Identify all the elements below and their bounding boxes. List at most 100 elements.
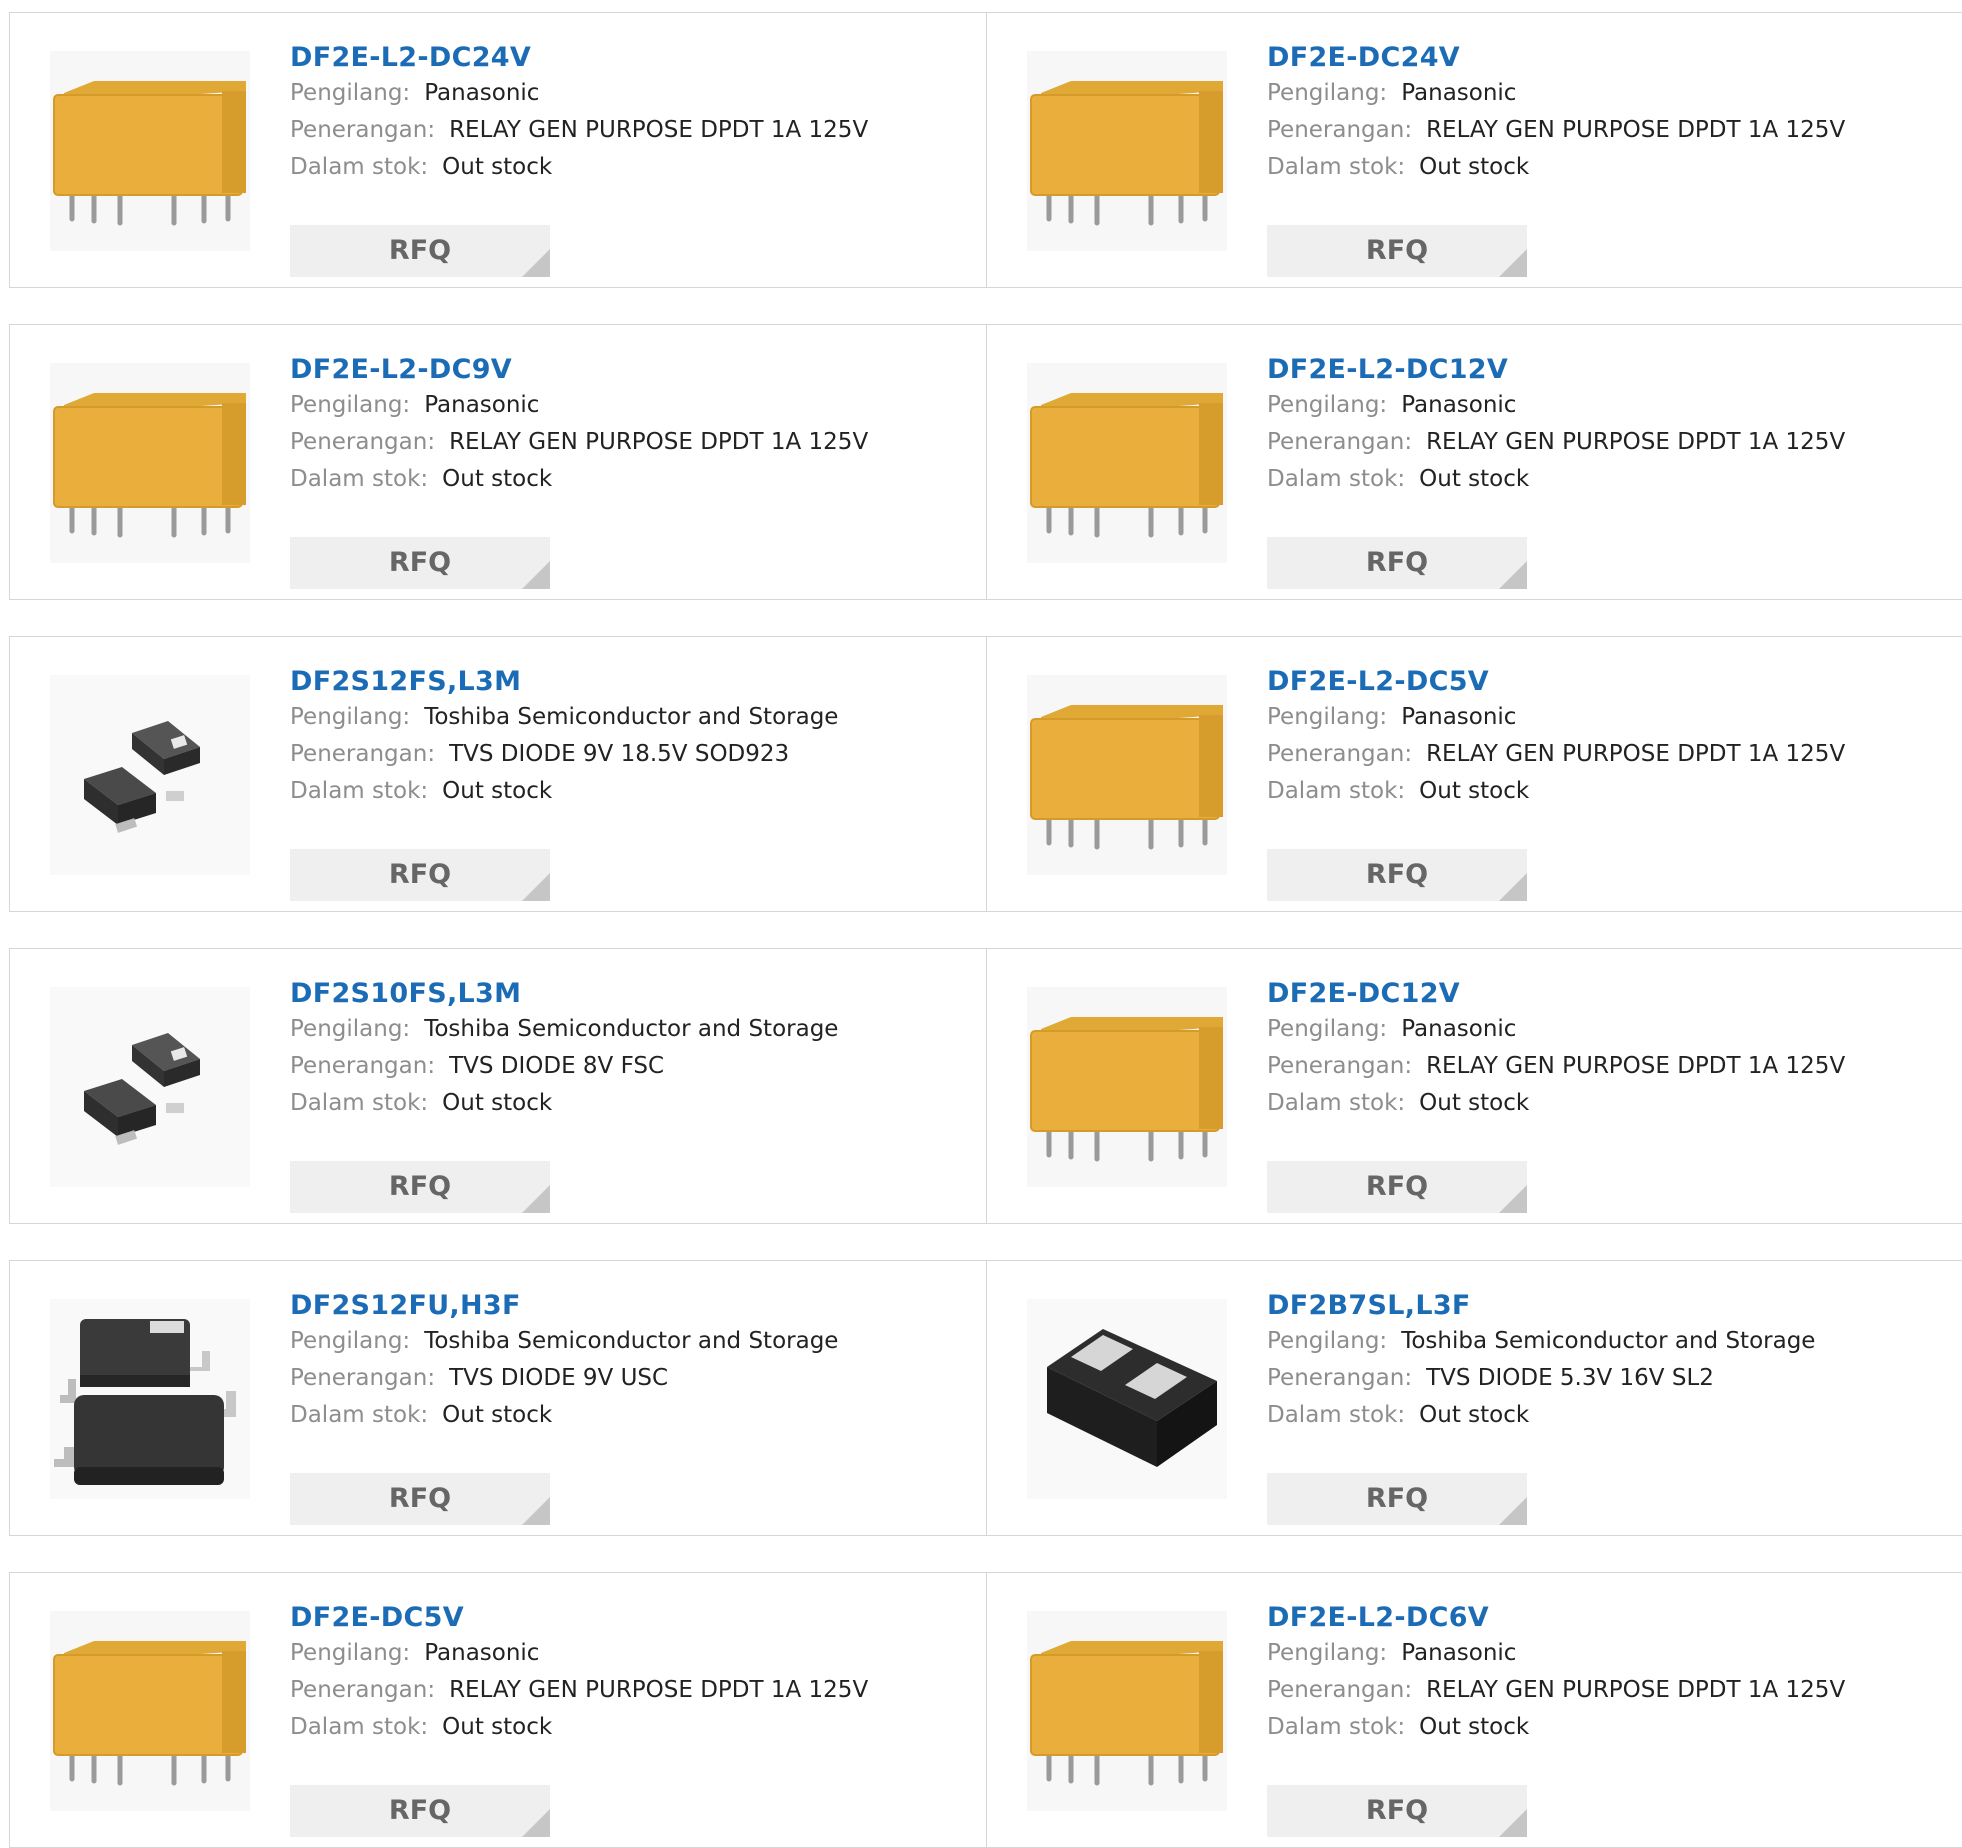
product-image[interactable] (1027, 1299, 1227, 1499)
rfq-label: RFQ (388, 1171, 452, 1202)
description-row: Penerangan: RELAY GEN PURPOSE DPDT 1A 125… (290, 112, 977, 149)
manufacturer-label: Pengilang: (1267, 704, 1388, 730)
product-image[interactable] (50, 675, 250, 875)
part-number-link[interactable]: DF2E-L2-DC24V (290, 41, 977, 75)
relay-icon (1027, 1611, 1227, 1811)
rfq-label: RFQ (388, 1483, 452, 1514)
rfq-button[interactable]: RFQ (290, 1161, 550, 1213)
description-value: TVS DIODE 8V FSC (449, 1053, 665, 1079)
description-value: RELAY GEN PURPOSE DPDT 1A 125V (1426, 1053, 1846, 1079)
product-image[interactable] (1027, 51, 1227, 251)
sod-diode-icon (50, 987, 250, 1187)
part-number-link[interactable]: DF2S10FS,L3M (290, 977, 977, 1011)
rfq-button[interactable]: RFQ (1267, 1161, 1527, 1213)
description-label: Penerangan: (290, 1677, 436, 1703)
part-number-link[interactable]: DF2E-L2-DC12V (1267, 353, 1962, 387)
manufacturer-label: Pengilang: (290, 80, 411, 106)
description-value: RELAY GEN PURPOSE DPDT 1A 125V (1426, 1677, 1846, 1703)
manufacturer-value: Panasonic (1401, 392, 1517, 418)
product-image[interactable] (1027, 987, 1227, 1187)
stock-value: Out stock (1419, 1090, 1530, 1116)
part-number-link[interactable]: DF2S12FU,H3F (290, 1289, 977, 1323)
product-info: DF2E-L2-DC6V Pengilang: Panasonic Peneran… (1267, 1601, 1962, 1837)
corner-triangle-icon (522, 561, 550, 589)
corner-triangle-icon (522, 1497, 550, 1525)
rfq-button[interactable]: RFQ (290, 849, 550, 901)
manufacturer-value: Panasonic (424, 80, 540, 106)
product-image[interactable] (50, 987, 250, 1187)
manufacturer-label: Pengilang: (1267, 392, 1388, 418)
stock-value: Out stock (1419, 1714, 1530, 1740)
product-image[interactable] (50, 51, 250, 251)
part-number-link[interactable]: DF2S12FS,L3M (290, 665, 977, 699)
part-number-link[interactable]: DF2E-DC12V (1267, 977, 1962, 1011)
description-row: Penerangan: RELAY GEN PURPOSE DPDT 1A 125… (1267, 1048, 1962, 1085)
rfq-label: RFQ (388, 235, 452, 266)
manufacturer-label: Pengilang: (1267, 1640, 1388, 1666)
rfq-button[interactable]: RFQ (290, 537, 550, 589)
description-label: Penerangan: (290, 1053, 436, 1079)
stock-label: Dalam stok: (290, 1090, 429, 1116)
part-number-link[interactable]: DF2E-L2-DC5V (1267, 665, 1962, 699)
product-card: DF2E-DC24V Pengilang: Panasonic Peneranga… (986, 12, 1962, 288)
stock-row: Dalam stok: Out stock (1267, 1709, 1962, 1746)
corner-triangle-icon (522, 1809, 550, 1837)
stock-row: Dalam stok: Out stock (290, 149, 977, 186)
manufacturer-value: Toshiba Semiconductor and Storage (1401, 1328, 1816, 1354)
rfq-label: RFQ (1365, 859, 1429, 890)
product-image[interactable] (1027, 1611, 1227, 1811)
product-image[interactable] (1027, 363, 1227, 563)
manufacturer-label: Pengilang: (290, 1640, 411, 1666)
description-value: TVS DIODE 9V USC (449, 1365, 669, 1391)
rfq-button[interactable]: RFQ (1267, 225, 1527, 277)
description-value: TVS DIODE 5.3V 16V SL2 (1426, 1365, 1714, 1391)
product-image[interactable] (50, 363, 250, 563)
manufacturer-row: Pengilang: Panasonic (1267, 75, 1962, 112)
stock-label: Dalam stok: (1267, 154, 1406, 180)
part-number-link[interactable]: DF2B7SL,L3F (1267, 1289, 1962, 1323)
manufacturer-row: Pengilang: Panasonic (1267, 699, 1962, 736)
manufacturer-label: Pengilang: (1267, 1328, 1388, 1354)
rfq-button[interactable]: RFQ (290, 225, 550, 277)
product-image[interactable] (50, 1611, 250, 1811)
manufacturer-value: Panasonic (1401, 704, 1517, 730)
rfq-button[interactable]: RFQ (290, 1785, 550, 1837)
description-label: Penerangan: (290, 117, 436, 143)
rfq-button[interactable]: RFQ (290, 1473, 550, 1525)
rfq-button[interactable]: RFQ (1267, 1473, 1527, 1525)
rfq-button[interactable]: RFQ (1267, 849, 1527, 901)
product-image[interactable] (1027, 675, 1227, 875)
description-row: Penerangan: TVS DIODE 9V 18.5V SOD923 (290, 736, 977, 773)
description-label: Penerangan: (290, 1365, 436, 1391)
description-label: Penerangan: (290, 429, 436, 455)
description-row: Penerangan: RELAY GEN PURPOSE DPDT 1A 125… (1267, 736, 1962, 773)
rfq-label: RFQ (1365, 1795, 1429, 1826)
stock-value: Out stock (1419, 154, 1530, 180)
corner-triangle-icon (522, 1185, 550, 1213)
product-image[interactable] (50, 1299, 250, 1499)
stock-value: Out stock (1419, 1402, 1530, 1428)
product-info: DF2S12FU,H3F Pengilang: Toshiba Semicondu… (290, 1289, 977, 1525)
product-card: DF2S12FS,L3M Pengilang: Toshiba Semicondu… (9, 636, 988, 912)
description-label: Penerangan: (1267, 429, 1413, 455)
description-value: RELAY GEN PURPOSE DPDT 1A 125V (449, 429, 869, 455)
manufacturer-value: Panasonic (424, 1640, 540, 1666)
product-info: DF2E-DC24V Pengilang: Panasonic Peneranga… (1267, 41, 1962, 277)
rfq-button[interactable]: RFQ (1267, 537, 1527, 589)
product-info: DF2E-DC12V Pengilang: Panasonic Peneranga… (1267, 977, 1962, 1213)
manufacturer-row: Pengilang: Panasonic (290, 1635, 977, 1672)
product-info: DF2E-L2-DC24V Pengilang: Panasonic Penera… (290, 41, 977, 277)
stock-row: Dalam stok: Out stock (290, 1709, 977, 1746)
manufacturer-label: Pengilang: (1267, 80, 1388, 106)
part-number-link[interactable]: DF2E-DC5V (290, 1601, 977, 1635)
stock-label: Dalam stok: (290, 778, 429, 804)
part-number-link[interactable]: DF2E-L2-DC6V (1267, 1601, 1962, 1635)
description-row: Penerangan: TVS DIODE 5.3V 16V SL2 (1267, 1360, 1962, 1397)
part-number-link[interactable]: DF2E-L2-DC9V (290, 353, 977, 387)
description-row: Penerangan: RELAY GEN PURPOSE DPDT 1A 125… (290, 1672, 977, 1709)
rfq-label: RFQ (388, 859, 452, 890)
description-value: RELAY GEN PURPOSE DPDT 1A 125V (449, 1677, 869, 1703)
product-info: DF2S12FS,L3M Pengilang: Toshiba Semicondu… (290, 665, 977, 901)
rfq-button[interactable]: RFQ (1267, 1785, 1527, 1837)
part-number-link[interactable]: DF2E-DC24V (1267, 41, 1962, 75)
